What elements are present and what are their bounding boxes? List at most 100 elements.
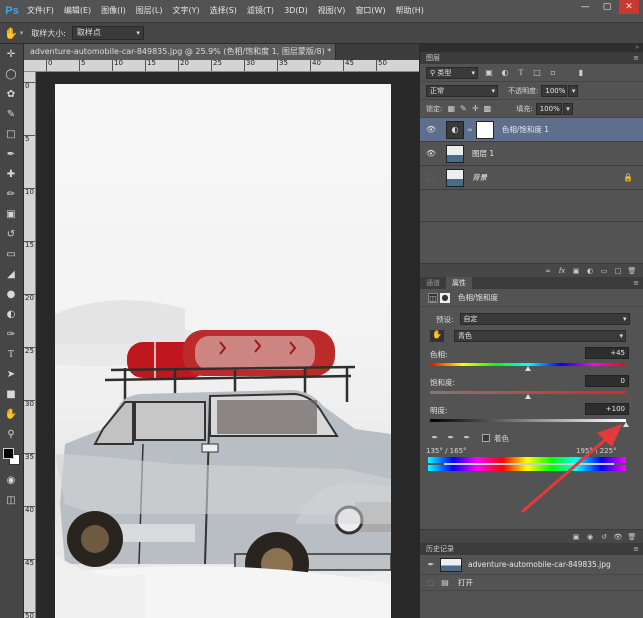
foreground-color-swatch[interactable]	[3, 448, 14, 459]
hand-tool-icon[interactable]: ✋	[4, 27, 18, 40]
collapse-panels-icon[interactable]: »	[420, 44, 643, 52]
eyedropper-minus-icon[interactable]: ✒	[462, 433, 472, 443]
menu-item[interactable]: 文件(F)	[22, 0, 59, 22]
hand-tool-icon[interactable]: ✋	[0, 404, 22, 424]
menu-item[interactable]: 3D(D)	[279, 0, 313, 22]
quick-mask-icon[interactable]: ◉	[0, 470, 22, 490]
mask-icon[interactable]: ●	[440, 292, 450, 303]
menu-item[interactable]: 滤镜(T)	[242, 0, 279, 22]
close-icon[interactable]: ✕	[619, 0, 639, 14]
lightness-slider-thumb[interactable]	[623, 422, 629, 427]
delete-adjustment-icon[interactable]: 🗑	[627, 532, 637, 542]
tool-preset-dropdown-icon[interactable]: ▾	[20, 29, 24, 37]
type-tool-icon[interactable]: T	[0, 344, 22, 364]
eyedropper-icon[interactable]: ✒	[430, 433, 440, 443]
filter-toggle-icon[interactable]: ▮	[576, 68, 586, 78]
menu-item[interactable]: 选择(S)	[205, 0, 242, 22]
preset-select[interactable]: 自定	[459, 313, 630, 325]
colorize-checkbox[interactable]	[482, 434, 490, 442]
new-layer-icon[interactable]: □	[613, 266, 623, 276]
menu-item[interactable]: 窗口(W)	[350, 0, 390, 22]
range-bar[interactable]	[444, 463, 614, 465]
eyedropper-tool-icon[interactable]: ✒	[0, 144, 22, 164]
lock-image-icon[interactable]: ✎	[458, 104, 468, 114]
history-brush-source-icon[interactable]: ✒	[426, 560, 436, 570]
history-panel-header[interactable]: 历史记录 ≡	[420, 543, 643, 555]
menu-item[interactable]: 帮助(H)	[391, 0, 429, 22]
fill-dropdown-icon[interactable]	[562, 102, 573, 115]
hue-input[interactable]: +45	[585, 347, 629, 359]
saturation-input[interactable]: 0	[585, 375, 629, 387]
menu-item[interactable]: 文字(Y)	[167, 0, 204, 22]
pen-tool-icon[interactable]: ✑	[0, 324, 22, 344]
filter-shape-icon[interactable]: □	[532, 68, 542, 78]
zoom-tool-icon[interactable]: ⚲	[0, 424, 22, 444]
eye-icon[interactable]: 👁	[424, 149, 438, 158]
tab-properties[interactable]: 属性	[446, 277, 472, 289]
channel-select[interactable]: 青色	[454, 330, 626, 342]
filter-pixel-icon[interactable]: ▣	[484, 68, 494, 78]
lasso-tool-icon[interactable]: ✿	[0, 84, 22, 104]
add-mask-icon[interactable]: ▣	[571, 266, 581, 276]
move-tool-icon[interactable]: ✛	[0, 44, 22, 64]
sample-size-select[interactable]: 取样点	[71, 26, 144, 40]
eraser-tool-icon[interactable]: ▭	[0, 244, 22, 264]
layer-row-hue-saturation[interactable]: 👁 ◐ ∞ 色相/饱和度 1	[420, 118, 643, 142]
crop-tool-icon[interactable]: □	[0, 124, 22, 144]
history-snapshot[interactable]: ✒ adventure-automobile-car-849835.jpg	[420, 555, 643, 575]
fill-input[interactable]: 100%	[535, 102, 562, 115]
menu-item[interactable]: 视图(V)	[313, 0, 351, 22]
history-state[interactable]: □ ▤ 打开	[420, 575, 643, 591]
reset-icon[interactable]: ↺	[599, 532, 609, 542]
visibility-icon[interactable]: 👁	[613, 532, 623, 542]
history-brush-tool-icon[interactable]: ↺	[0, 224, 22, 244]
marquee-tool-icon[interactable]: ◯	[0, 64, 22, 84]
paint-bucket-tool-icon[interactable]: ◢	[0, 264, 22, 284]
lock-transparent-icon[interactable]: ▦	[446, 104, 456, 114]
path-selection-tool-icon[interactable]: ➤	[0, 364, 22, 384]
menu-item[interactable]: 图层(L)	[131, 0, 168, 22]
screen-mode-icon[interactable]: ◫	[0, 490, 22, 510]
eye-icon[interactable]: 👁	[424, 125, 438, 134]
view-previous-icon[interactable]: ◉	[585, 532, 595, 542]
layer-mask-thumbnail[interactable]	[475, 120, 494, 139]
panel-menu-icon[interactable]: ≡	[633, 277, 639, 289]
blend-mode-select[interactable]: 正常	[426, 84, 498, 97]
panel-menu-icon[interactable]: ≡	[633, 52, 639, 64]
opacity-input[interactable]: 100%	[541, 84, 568, 97]
saturation-slider-thumb[interactable]	[525, 394, 531, 399]
rectangle-tool-icon[interactable]: ■	[0, 384, 22, 404]
layers-panel-header[interactable]: 图层 ≡	[420, 52, 643, 64]
filter-adjustment-icon[interactable]: ◐	[500, 68, 510, 78]
blur-tool-icon[interactable]: ●	[0, 284, 22, 304]
link-layers-icon[interactable]: ∞	[543, 266, 553, 276]
dodge-tool-icon[interactable]: ◐	[0, 304, 22, 324]
layer-row-layer-1[interactable]: 👁 图层 1	[420, 142, 643, 166]
new-adjustment-icon[interactable]: ◐	[585, 266, 595, 276]
new-group-icon[interactable]: ▭	[599, 266, 609, 276]
menu-item[interactable]: 图像(I)	[96, 0, 131, 22]
filter-type-icon[interactable]: T	[516, 68, 526, 78]
canvas-area[interactable]	[37, 72, 419, 618]
restore-icon[interactable]: ▢	[597, 0, 617, 14]
clone-stamp-tool-icon[interactable]: ▣	[0, 204, 22, 224]
link-icon[interactable]: ∞	[467, 126, 473, 134]
lock-position-icon[interactable]: ✛	[470, 104, 480, 114]
document-image[interactable]	[37, 84, 419, 618]
layer-style-icon[interactable]: fx	[557, 266, 567, 276]
tab-channels[interactable]: 通道	[420, 277, 446, 289]
opacity-dropdown-icon[interactable]	[568, 84, 579, 97]
history-source-checkbox[interactable]: □	[426, 578, 436, 588]
adjustment-icon[interactable]: ◫	[428, 292, 438, 303]
document-tab[interactable]: adventure-automobile-car-849835.jpg @ 25…	[24, 44, 336, 60]
visibility-toggle-icon[interactable]: □	[424, 173, 438, 182]
menu-item[interactable]: 编辑(E)	[59, 0, 96, 22]
targeted-adjustment-icon[interactable]: ✋	[430, 330, 444, 342]
lightness-input[interactable]: +100	[585, 403, 629, 415]
layer-row-background[interactable]: □ 背景 🔒	[420, 166, 643, 190]
brush-tool-icon[interactable]: ✏	[0, 184, 22, 204]
minimize-icon[interactable]: —	[575, 0, 595, 14]
healing-brush-tool-icon[interactable]: ✚	[0, 164, 22, 184]
clip-to-layer-icon[interactable]: ▣	[571, 532, 581, 542]
layer-filter-select[interactable]: ⚲ 类型	[426, 66, 478, 79]
